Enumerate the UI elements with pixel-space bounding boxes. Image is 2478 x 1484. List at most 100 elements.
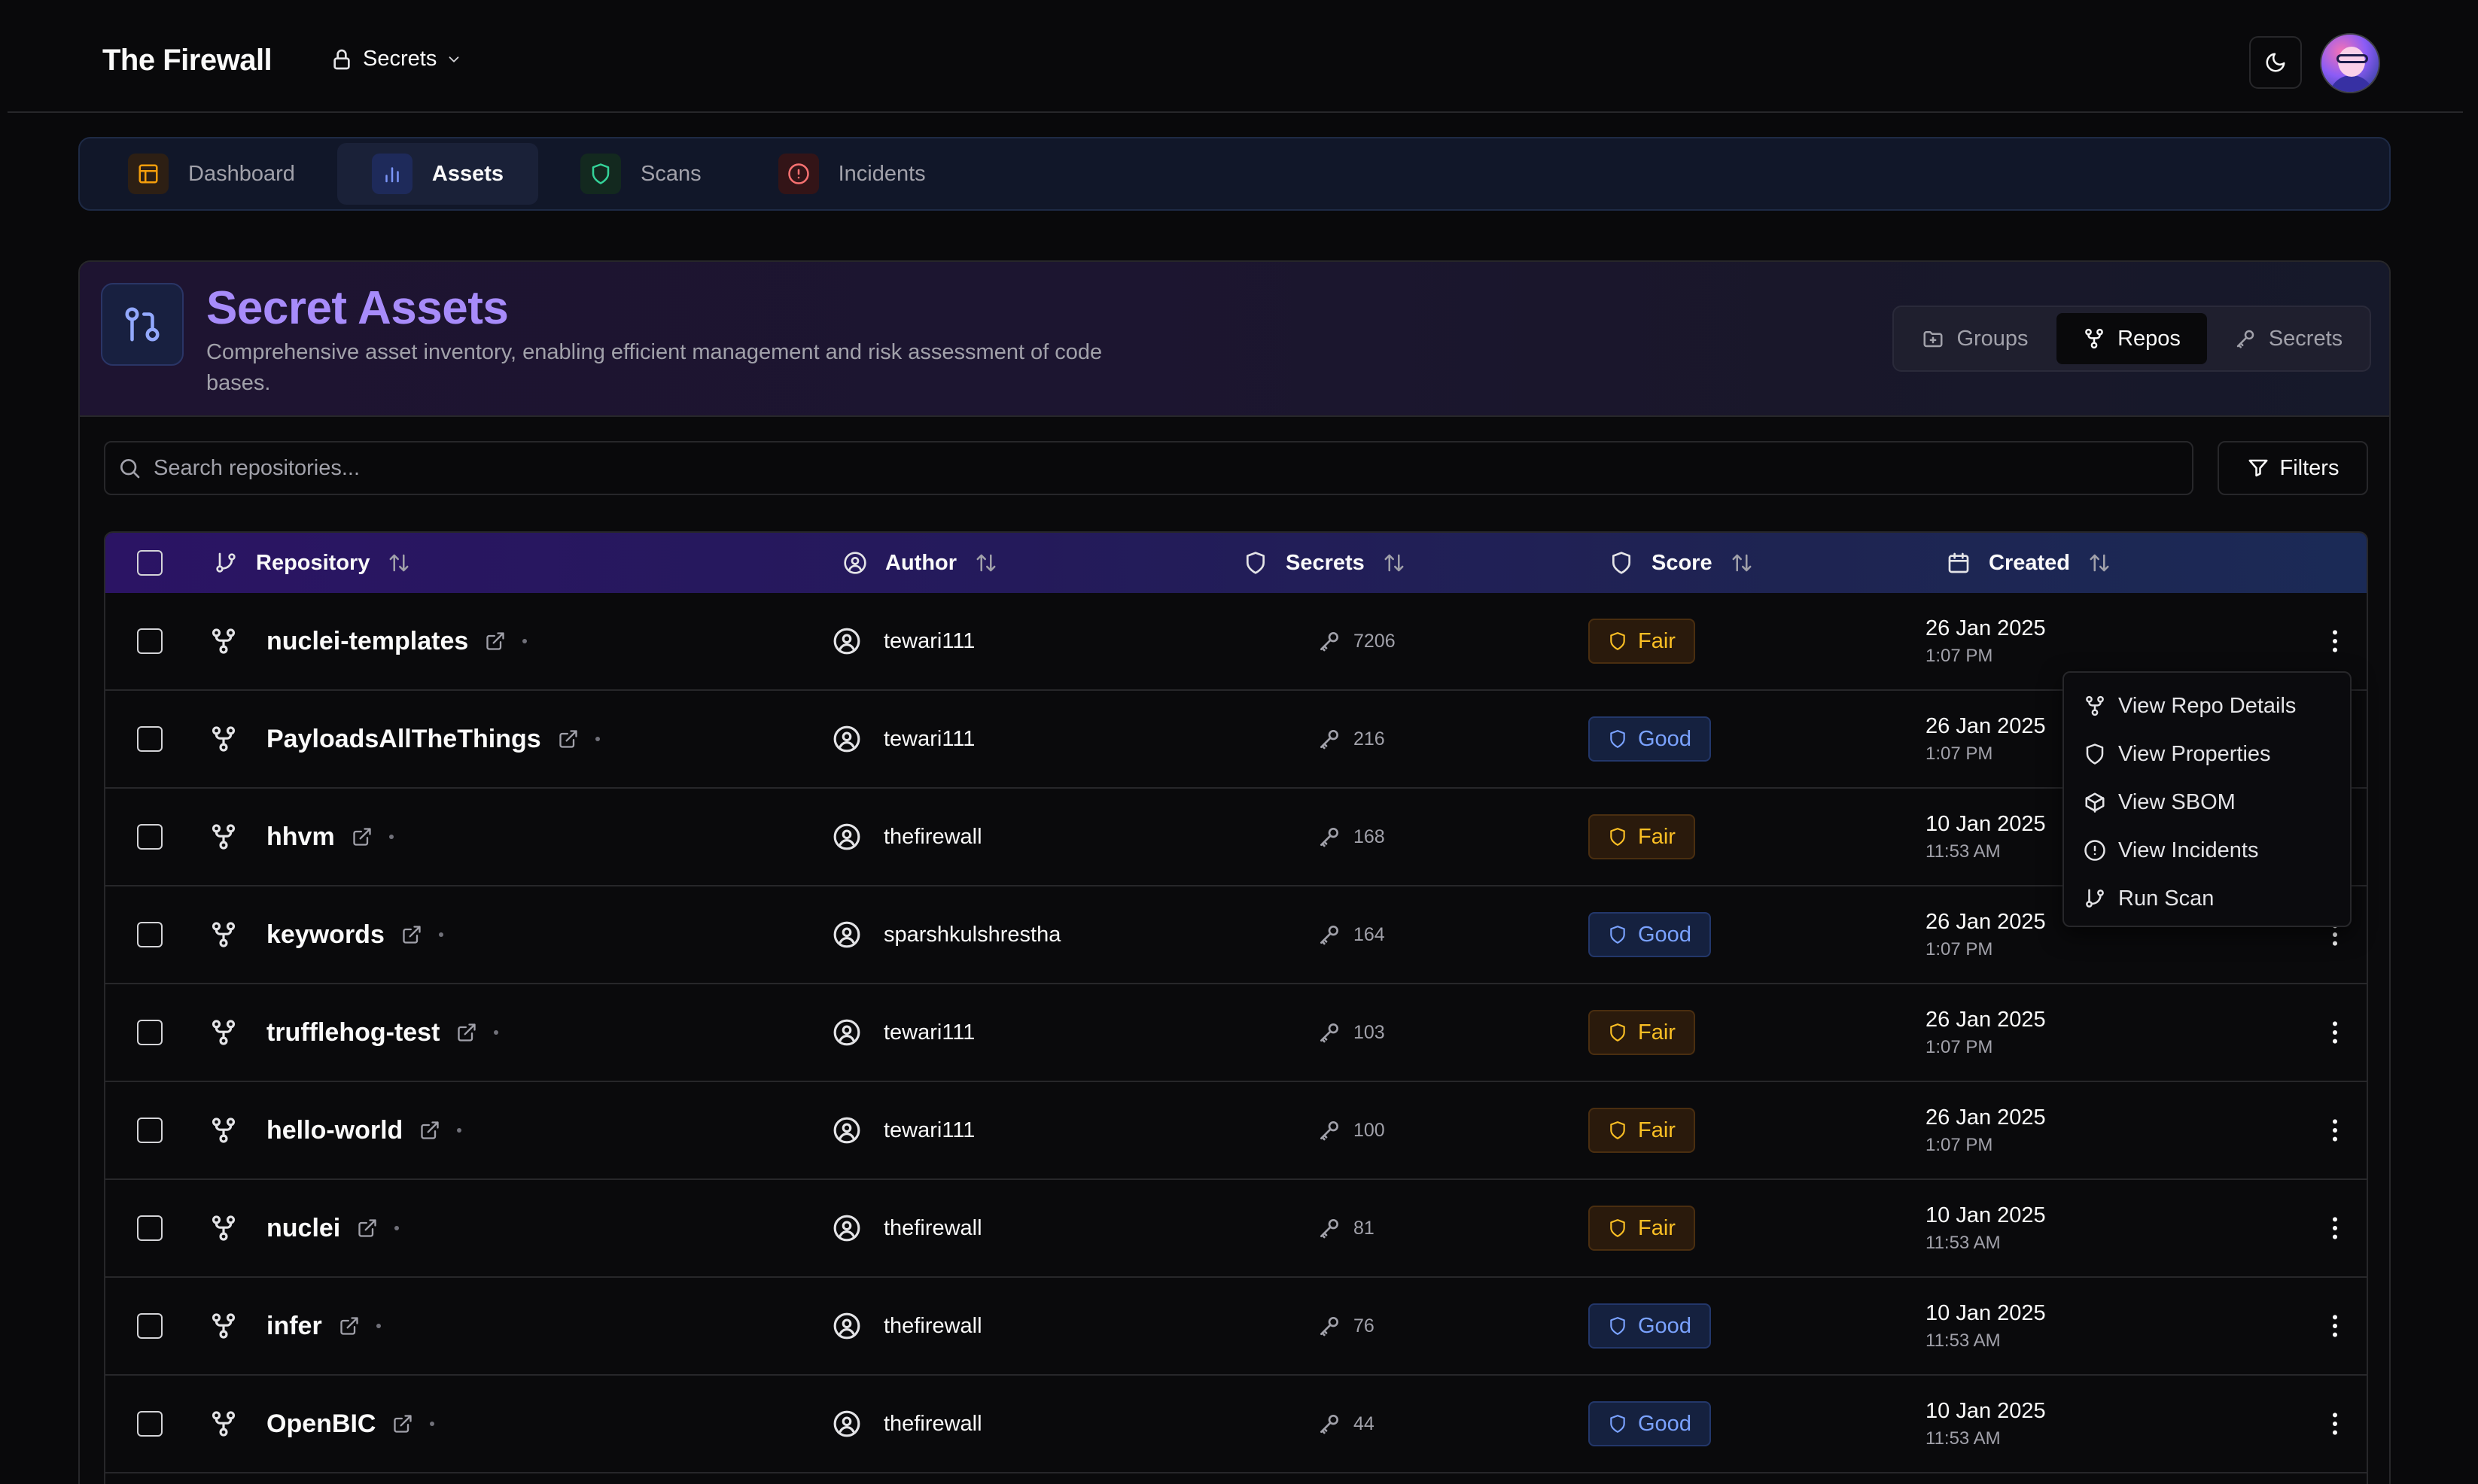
filters-button[interactable]: Filters xyxy=(2218,441,2368,495)
menu-item-run-scan[interactable]: Run Scan xyxy=(2072,874,2343,923)
external-link-icon[interactable] xyxy=(558,728,579,750)
git-fork-icon xyxy=(212,1020,236,1045)
avatar[interactable] xyxy=(2320,33,2380,93)
shield-icon xyxy=(1610,926,1625,944)
author-name: thefirewall xyxy=(884,1411,982,1436)
menu-item-view-incidents[interactable]: View Incidents xyxy=(2072,826,2343,874)
table-row[interactable]: PayloadsAllTheThings tewari111 216 Good 26 J… xyxy=(105,691,2367,789)
table-row[interactable]: hhvm thefirewall 168 Fair 10 Jan 2025 11:53 A… xyxy=(105,789,2367,886)
external-link-icon[interactable] xyxy=(392,1413,413,1434)
author-name: thefirewall xyxy=(884,1215,982,1240)
repo-name-link[interactable]: infer xyxy=(266,1312,322,1341)
row-checkbox[interactable] xyxy=(137,1020,163,1045)
git-branch-icon xyxy=(216,552,236,573)
shield-icon xyxy=(2086,744,2104,765)
col-repository[interactable]: Repository xyxy=(214,533,410,593)
shield-icon xyxy=(1610,1415,1625,1433)
external-link-icon[interactable] xyxy=(352,826,373,847)
col-secrets[interactable]: Secrets xyxy=(1244,533,1405,593)
sort-icon[interactable] xyxy=(388,552,410,574)
external-link-icon[interactable] xyxy=(419,1120,440,1141)
author-cell: thefirewall xyxy=(833,1180,982,1276)
created-time: 1:07 PM xyxy=(1925,938,1993,959)
repo-name-link[interactable]: nuclei xyxy=(266,1214,340,1243)
row-checkbox[interactable] xyxy=(137,726,163,752)
row-actions-cell xyxy=(2320,1278,2350,1374)
context-switcher[interactable]: Secrets xyxy=(330,47,462,71)
repo-name-link[interactable]: PayloadsAllTheThings xyxy=(266,725,541,754)
repository-cell: trufflehog-test xyxy=(209,984,499,1081)
sort-icon[interactable] xyxy=(2088,552,2111,574)
theme-toggle-button[interactable] xyxy=(2249,36,2302,89)
tab-dashboard[interactable]: Dashboard xyxy=(93,143,330,205)
sort-icon[interactable] xyxy=(1383,552,1405,574)
table-row[interactable]: trufflehog-test tewari111 103 Fair 26 Jan 20… xyxy=(105,984,2367,1082)
repo-name-link[interactable]: OpenBIC xyxy=(266,1409,376,1439)
row-checkbox[interactable] xyxy=(137,628,163,654)
menu-item-view-sbom[interactable]: View SBOM xyxy=(2072,778,2343,826)
created-cell: 10 Jan 2025 11:53 AM xyxy=(1925,1278,2046,1374)
more-vertical-icon[interactable] xyxy=(2320,1017,2350,1048)
created-time: 11:53 AM xyxy=(1925,1232,2001,1253)
select-all-checkbox[interactable] xyxy=(137,550,163,576)
menu-item-view-repo-details[interactable]: View Repo Details xyxy=(2072,682,2343,730)
table-row[interactable]: hello-world tewari111 100 Fair 26 Jan 2025 1:… xyxy=(105,1082,2367,1180)
select-cell xyxy=(137,1180,163,1276)
segment-groups[interactable]: Groups xyxy=(1900,313,2050,364)
external-link-icon[interactable] xyxy=(339,1315,360,1337)
repository-cell: infer xyxy=(209,1278,381,1374)
tab-assets[interactable]: Assets xyxy=(336,143,538,205)
menu-item-view-properties[interactable]: View Properties xyxy=(2072,730,2343,778)
score-cell: Fair xyxy=(1588,593,1695,689)
external-link-icon[interactable] xyxy=(456,1022,477,1043)
external-link-icon[interactable] xyxy=(401,924,422,945)
repo-name-link[interactable]: nuclei-templates xyxy=(266,627,468,656)
tab-label: Dashboard xyxy=(188,161,295,186)
table-row[interactable]: infer thefirewall 76 Good 10 Jan 2025 11:53 A… xyxy=(105,1278,2367,1376)
col-author[interactable]: Author xyxy=(843,533,997,593)
row-checkbox[interactable] xyxy=(137,1411,163,1437)
sort-icon[interactable] xyxy=(975,552,997,574)
row-checkbox[interactable] xyxy=(137,824,163,850)
tab-incidents[interactable]: Incidents xyxy=(744,143,960,205)
secrets-cell: 216 xyxy=(1317,691,1385,787)
row-checkbox[interactable] xyxy=(137,1313,163,1339)
more-vertical-icon[interactable] xyxy=(2320,1311,2350,1341)
table-row[interactable]: OpenBIC thefirewall 44 Good 10 Jan 2025 11:53… xyxy=(105,1376,2367,1473)
more-vertical-icon[interactable] xyxy=(2320,626,2350,656)
external-link-icon[interactable] xyxy=(357,1218,378,1239)
row-checkbox[interactable] xyxy=(137,922,163,947)
repository-cell: PayloadsAllTheThings xyxy=(209,691,600,787)
table-row[interactable]: keywords sparshkulshrestha 164 Good 26 Jan 2… xyxy=(105,886,2367,984)
score-label: Fair xyxy=(1638,1215,1676,1240)
more-vertical-icon[interactable] xyxy=(2320,1409,2350,1439)
more-vertical-icon[interactable] xyxy=(2320,1115,2350,1145)
search-input[interactable]: Search repositories... xyxy=(104,441,2193,495)
repo-name-link[interactable]: keywords xyxy=(266,920,385,950)
repo-name-link[interactable]: hello-world xyxy=(266,1116,403,1145)
created-cell: 26 Jan 2025 1:07 PM xyxy=(1925,984,2046,1081)
row-checkbox[interactable] xyxy=(137,1215,163,1241)
tab-scans[interactable]: Scans xyxy=(546,143,736,205)
sort-icon[interactable] xyxy=(1731,552,1753,574)
segment-repos[interactable]: Repos xyxy=(2056,313,2207,364)
repo-name-link[interactable]: trufflehog-test xyxy=(266,1018,440,1048)
key-icon xyxy=(1320,1219,1338,1239)
author-name: tewari111 xyxy=(884,726,976,751)
external-link-icon[interactable] xyxy=(485,631,506,652)
column-label: Secrets xyxy=(1286,550,1365,575)
segment-secrets[interactable]: Secrets xyxy=(2213,313,2364,364)
alert-circle-icon xyxy=(778,154,819,194)
context-label: Secrets xyxy=(363,47,437,71)
brand-title[interactable]: The Firewall xyxy=(102,44,272,78)
tab-label: Assets xyxy=(431,161,504,186)
table-row[interactable]: nuclei-templates tewari111 7206 Fair 26 Jan … xyxy=(105,593,2367,691)
git-pull-request-icon xyxy=(101,283,184,366)
table-row[interactable]: nuclei thefirewall 81 Fair 10 Jan 2025 11:53 … xyxy=(105,1180,2367,1278)
row-checkbox[interactable] xyxy=(137,1118,163,1143)
more-vertical-icon[interactable] xyxy=(2320,1213,2350,1243)
col-created[interactable]: Created xyxy=(1947,533,2111,593)
repo-name-link[interactable]: hhvm xyxy=(266,823,335,852)
shield-icon xyxy=(1247,552,1265,574)
col-score[interactable]: Score xyxy=(1609,533,1753,593)
